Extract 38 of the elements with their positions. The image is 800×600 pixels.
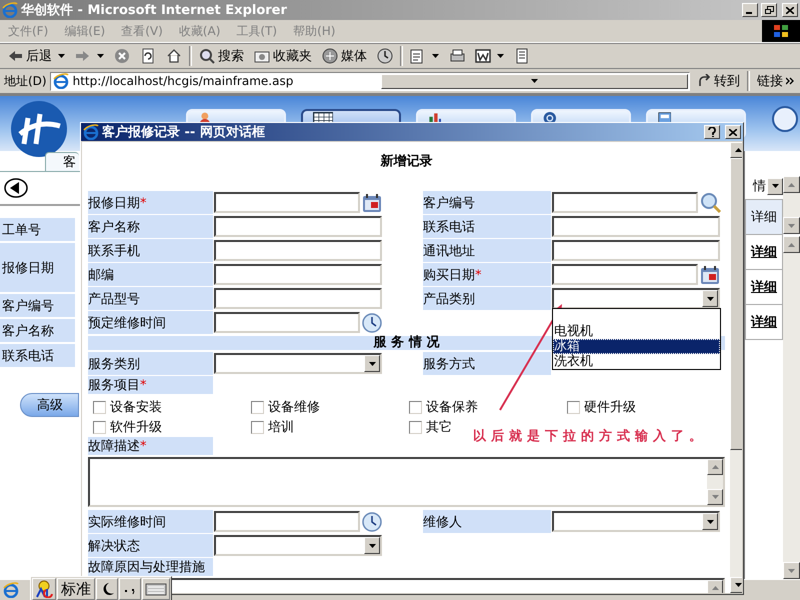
field-label: 服务类别: [88, 356, 140, 372]
field-label: 联系电话: [423, 218, 475, 236]
checkbox-label: 设备维修: [268, 399, 320, 416]
checkbox-label: 设备安装: [110, 399, 162, 416]
window-title: 华创软件 - Microsoft Internet Explorer: [21, 2, 288, 19]
checkbox-label: 其它: [426, 419, 452, 436]
field-label: 产品型号: [88, 290, 140, 308]
form-heading: 新增记录: [380, 152, 434, 171]
field-label: 故障描述*: [88, 438, 146, 455]
field-label: 客户名称: [88, 218, 140, 236]
field-label: 产品类别: [423, 290, 475, 308]
column-header: 详细: [745, 199, 783, 235]
field-label: 服务方式: [423, 356, 475, 372]
field-label: 实际维修时间: [88, 514, 166, 530]
search-label: 客户编号: [0, 294, 75, 317]
field-label: 维修人: [423, 514, 462, 530]
address-label: 地址(D): [4, 72, 47, 90]
field-label: 预定维修时间: [88, 314, 166, 332]
annotation-text: 以后就是下拉的方式输入了。: [473, 428, 707, 445]
field-label: 报修日期*: [88, 194, 146, 212]
checkbox-label: 软件升级: [110, 419, 162, 436]
field-label: 服务项目*: [88, 377, 146, 394]
field-label: 故障原因与处理措施: [88, 559, 205, 576]
search-label: 联系电话: [0, 344, 75, 367]
search-label: 客户名称: [0, 319, 75, 342]
field-label: 客户编号: [423, 194, 475, 212]
field-label: 邮编: [88, 266, 114, 284]
search-label: 报修日期: [0, 243, 75, 292]
dialog-title: 客户报修记录 -- 网页对话框: [102, 124, 265, 141]
view-select-text: 情: [753, 178, 766, 195]
checkbox-label: 设备保养: [426, 399, 478, 416]
search-label: 工单号: [0, 218, 75, 241]
field-label: 购买日期*: [423, 266, 482, 284]
field-label: 联系手机: [88, 242, 140, 260]
field-label: 通讯地址: [423, 242, 475, 260]
checkbox-label: 硬件升级: [584, 399, 636, 416]
field-label: 解决状态: [88, 538, 140, 554]
checkbox-label: 培训: [268, 419, 294, 436]
